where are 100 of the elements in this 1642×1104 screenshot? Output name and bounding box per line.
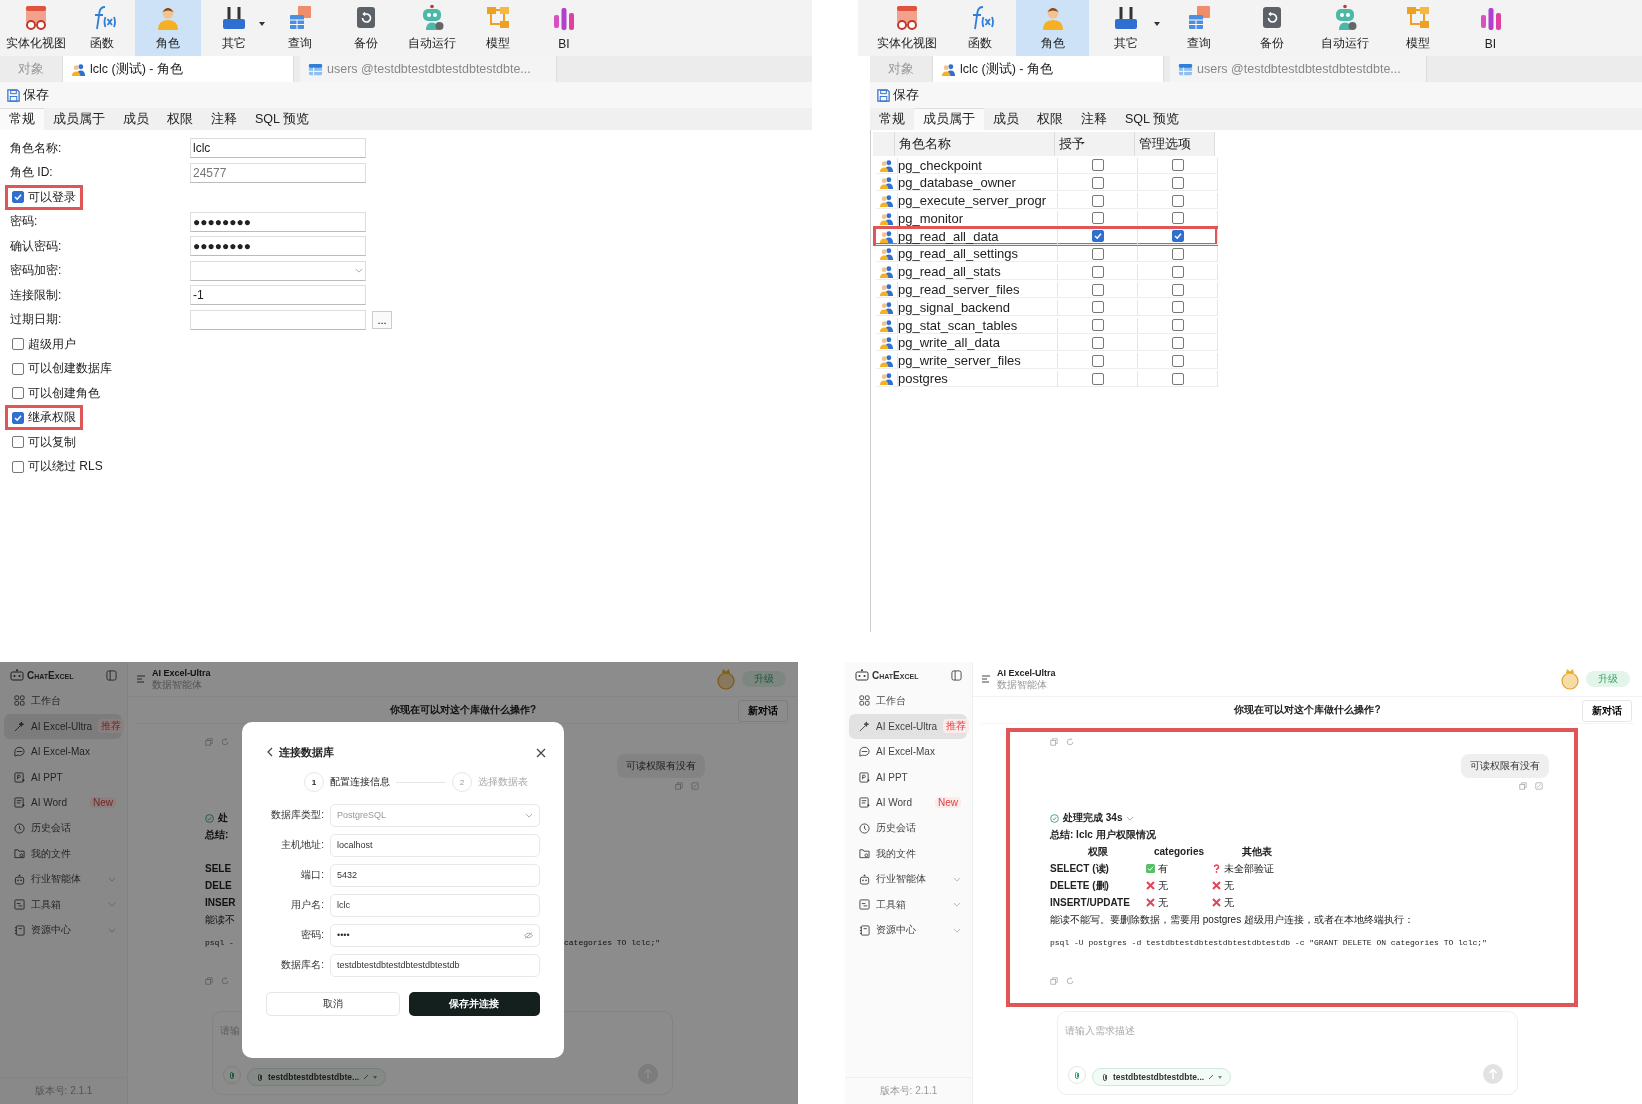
save-button[interactable]: 保存	[874, 85, 921, 105]
input-field[interactable]: -1	[190, 285, 366, 306]
toolbar-button[interactable]: 备份	[333, 0, 399, 56]
input-field[interactable]: localhost	[330, 833, 540, 857]
sidebar-item[interactable]: 历史会话	[849, 815, 967, 841]
toolbar-button[interactable]: 模型	[1381, 0, 1454, 56]
checkbox[interactable]	[12, 411, 24, 424]
checkbox[interactable]	[1171, 301, 1184, 314]
password-field[interactable]: ••••	[330, 923, 540, 947]
toolbar-button[interactable]: 角色	[1016, 0, 1089, 56]
input-field[interactable]: 5432	[330, 863, 540, 887]
sidebar-item[interactable]: AI Word New	[849, 790, 967, 816]
menu-icon[interactable]	[981, 674, 991, 684]
sidebar-item[interactable]: AI Excel-Ultra 推荐	[849, 713, 967, 739]
checkbox[interactable]	[1171, 319, 1184, 332]
checkbox[interactable]	[1091, 336, 1104, 349]
checkbox[interactable]	[1091, 265, 1104, 278]
message-input[interactable]: 请输入需求描述 testdbtestdbtestdbte...	[1057, 1011, 1518, 1095]
checkbox[interactable]	[1091, 248, 1104, 260]
checkbox[interactable]	[1091, 194, 1104, 207]
checkbox[interactable]	[12, 338, 24, 351]
sidebar-item[interactable]: 工作台	[849, 688, 967, 714]
checkbox[interactable]	[1091, 230, 1104, 243]
save-connect-button[interactable]: 保存并连接	[408, 992, 540, 1016]
table-row[interactable]: pg_read_server_files	[873, 279, 1218, 300]
tab[interactable]: SQL 预览	[246, 108, 319, 130]
checkbox[interactable]	[1091, 159, 1104, 171]
table-row[interactable]: pg_database_owner	[873, 172, 1218, 194]
checkbox[interactable]	[1091, 319, 1104, 332]
checkbox[interactable]	[1091, 354, 1104, 367]
toolbar-button[interactable]: 备份	[1235, 0, 1308, 56]
sidebar-item[interactable]: 工作台	[4, 688, 122, 714]
checkbox[interactable]	[1091, 372, 1104, 385]
tab[interactable]: 成员	[984, 108, 1028, 130]
table-row[interactable]: pg_execute_server_progr	[873, 190, 1218, 211]
checkbox[interactable]	[12, 362, 24, 375]
toolbar-button[interactable]: 角色	[135, 0, 201, 56]
sidebar-item[interactable]: 历史会话	[4, 815, 122, 841]
sidebar-item[interactable]: AI Word New	[4, 790, 122, 816]
toolbar-button[interactable]: 其它	[201, 0, 267, 56]
checkbox[interactable]	[1171, 283, 1184, 296]
toolbar-button[interactable]: 函数	[943, 0, 1016, 56]
checkbox[interactable]	[1171, 354, 1184, 367]
tab[interactable]: 权限	[1028, 108, 1072, 130]
input-field[interactable]: lclc	[190, 138, 366, 159]
pencil-icon[interactable]	[363, 1074, 370, 1080]
sidebar-item[interactable]: AI PPT	[4, 764, 122, 790]
sidebar-item[interactable]: AI PPT	[849, 764, 967, 790]
checkbox[interactable]	[1091, 212, 1104, 225]
toolbar-button[interactable]: 实体化视图	[3, 0, 69, 56]
input-field[interactable]: testdbtestdbtestdbtestdbtestdb	[330, 953, 540, 977]
sidebar-item[interactable]: 我的文件	[849, 841, 967, 867]
tab[interactable]: 注释	[1072, 108, 1116, 130]
sidebar-item[interactable]: 行业智能体	[4, 866, 122, 892]
pencil-icon[interactable]	[1208, 1074, 1215, 1080]
checkbox[interactable]	[12, 460, 24, 473]
sidebar-item[interactable]: AI Excel-Max	[849, 739, 967, 765]
checkbox[interactable]	[1171, 265, 1184, 278]
close-icon[interactable]	[536, 748, 546, 758]
tab[interactable]: 成员	[114, 108, 158, 130]
save-button[interactable]: 保存	[4, 85, 51, 105]
table-row[interactable]: pg_read_all_settings	[873, 243, 1218, 265]
input-field[interactable]: lclc	[330, 893, 540, 917]
back-icon[interactable]	[266, 747, 273, 757]
tab[interactable]: 注释	[202, 108, 246, 130]
sidebar-item[interactable]: 资源中心	[849, 917, 967, 943]
table-row[interactable]: pg_read_all_data	[873, 225, 1218, 247]
tab[interactable]: 成员属于	[44, 108, 114, 130]
checkbox[interactable]	[1171, 159, 1184, 171]
checkbox[interactable]	[1171, 372, 1184, 385]
toolbar-button[interactable]: 自动运行	[399, 0, 465, 56]
table-row[interactable]: postgres	[873, 368, 1218, 389]
table-row[interactable]: pg_read_all_stats	[873, 261, 1218, 283]
checkbox[interactable]	[1091, 301, 1104, 314]
tab[interactable]: SQL 预览	[1116, 108, 1189, 130]
sidebar-item[interactable]: 资源中心	[4, 917, 122, 943]
database-chip[interactable]: testdbtestdbtestdbte...	[1092, 1068, 1232, 1086]
browse-button[interactable]: ...	[372, 310, 392, 329]
toolbar-button[interactable]: 自动运行	[1308, 0, 1381, 56]
toolbar-button[interactable]: 函数	[69, 0, 135, 56]
checkbox[interactable]	[1091, 176, 1104, 189]
caret-icon[interactable]	[259, 22, 265, 26]
sidebar-toggle-icon[interactable]	[951, 669, 962, 681]
tab[interactable]: 权限	[158, 108, 202, 130]
table-row[interactable]: pg_write_server_files	[873, 350, 1218, 372]
checkbox[interactable]	[1171, 230, 1184, 243]
sidebar-item[interactable]: 我的文件	[4, 841, 122, 867]
database-chip[interactable]: testdbtestdbtestdbte...	[247, 1068, 387, 1086]
sidebar-item[interactable]: AI Excel-Ultra 推荐	[4, 713, 122, 739]
cancel-button[interactable]: 取消	[266, 992, 400, 1016]
sidebar-item[interactable]: AI Excel-Max	[4, 739, 122, 765]
tab[interactable]: lclc (测试) - 角色	[933, 56, 1164, 82]
checkbox[interactable]	[1171, 212, 1184, 225]
toolbar-button[interactable]: 查询	[1162, 0, 1235, 56]
tab[interactable]: lclc (测试) - 角色	[63, 56, 294, 82]
sidebar-item[interactable]: 工具箱	[849, 892, 967, 918]
input-field[interactable]: 24577	[190, 162, 366, 183]
checkbox[interactable]	[12, 191, 24, 204]
date-field[interactable]	[190, 309, 366, 330]
input-field[interactable]: ●●●●●●●●	[190, 211, 366, 232]
